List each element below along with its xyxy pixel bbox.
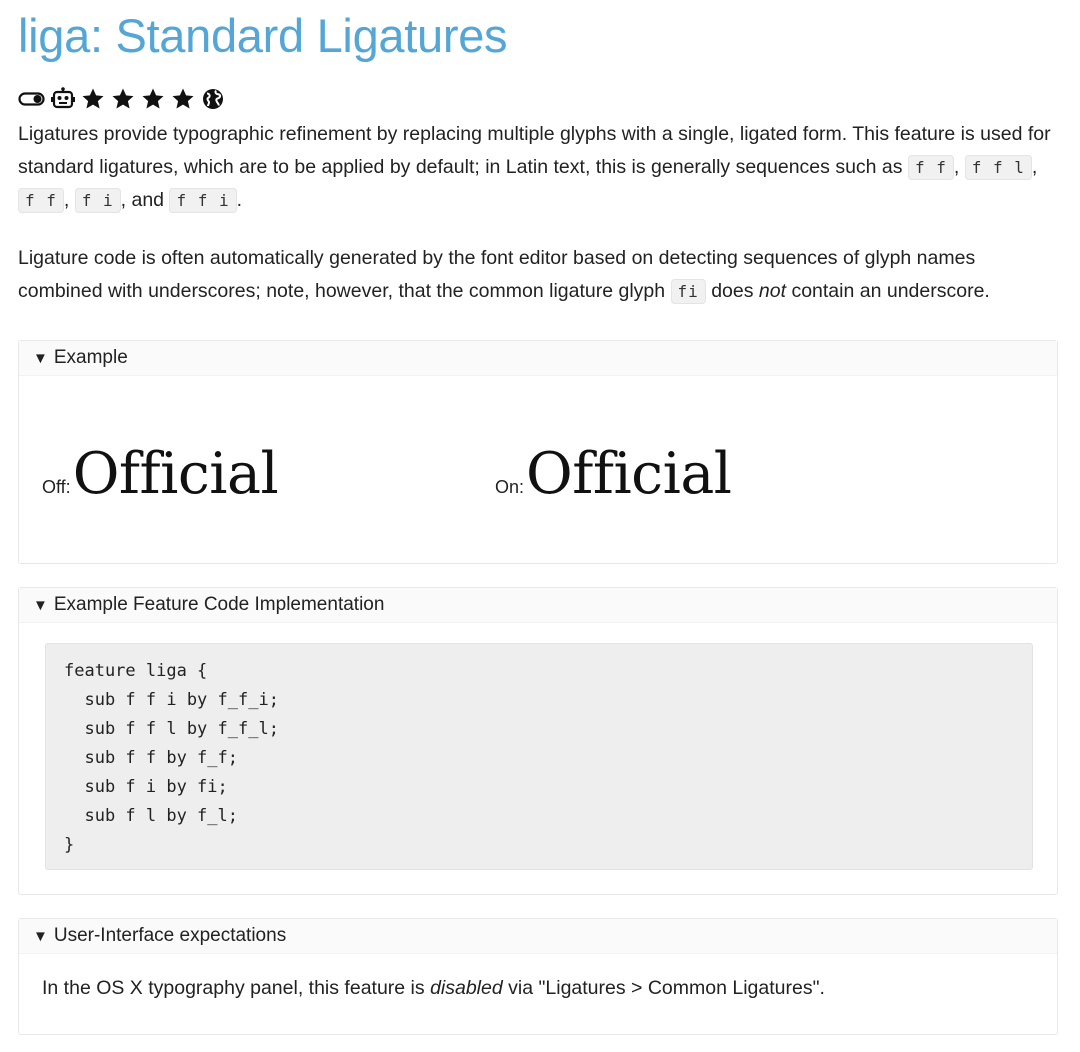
feature-page: liga: Standard Ligatures Ligatures provi…: [18, 0, 1060, 308]
sample-off: Off: Official: [42, 441, 279, 507]
star-icon: [170, 86, 196, 112]
sample-off-word: Official: [72, 441, 279, 507]
description-text: Ligatures provide typographic refinement…: [18, 123, 1051, 178]
code-fi-glyph: fi: [670, 279, 706, 304]
ui-expectations-panel: ▼ User-Interface expectations In the OS …: [18, 918, 1058, 1035]
code-line: sub f i by fi;: [64, 777, 228, 797]
sample-on-word: Official: [526, 441, 732, 507]
separator: ,: [63, 189, 70, 211]
disclosure-triangle-icon: ▼: [33, 596, 48, 614]
robot-icon: [50, 86, 76, 112]
code-line: feature liga {: [64, 661, 208, 681]
ui-expectations-text: In the OS X typography panel, this featu…: [42, 977, 825, 1000]
example-summary-label: Example: [53, 347, 128, 368]
ui-expectations-summary-label: User-Interface expectations: [53, 925, 287, 946]
feature-code-summary[interactable]: ▼ Example Feature Code Implementation: [19, 588, 1057, 623]
code-fi: f i: [74, 188, 121, 213]
disclosure-triangle-icon: ▼: [33, 349, 48, 367]
code-ff-2: f f: [18, 188, 64, 213]
example-summary[interactable]: ▼ Example: [19, 341, 1057, 376]
code-line: sub f f by f_f;: [64, 748, 238, 768]
example-samples: Off: Official On: Official: [19, 437, 1057, 507]
ui-expectations-summary[interactable]: ▼ User-Interface expectations: [19, 919, 1057, 954]
toggle-icon: [18, 86, 46, 112]
globe-icon: [200, 86, 226, 112]
description-paragraph: Ligatures provide typographic refinement…: [18, 118, 1060, 217]
separator: , and: [120, 189, 165, 211]
feature-code-summary-label: Example Feature Code Implementation: [53, 594, 385, 615]
note-paragraph: Ligature code is often automatically gen…: [18, 242, 1060, 308]
code-block: feature liga { sub f f i by f_f_i; sub f…: [45, 643, 1033, 870]
separator: ,: [1031, 156, 1038, 178]
ui-emphasis: disabled: [430, 977, 503, 999]
period: .: [236, 189, 243, 211]
code-line: sub f f l by f_f_l;: [64, 719, 279, 739]
note-text-2: does: [705, 280, 759, 302]
code-ffi: f f i: [169, 188, 237, 213]
sample-off-label: Off:: [42, 477, 71, 497]
note-text-3: contain an underscore.: [786, 280, 990, 302]
ui-text-b: via "Ligatures > Common Ligatures".: [502, 977, 825, 999]
code-ff: f f: [907, 155, 954, 180]
code-line: sub f l by f_l;: [64, 806, 238, 826]
sample-on-label: On:: [495, 477, 525, 497]
sample-on: On: Official: [495, 441, 732, 507]
page-title: liga: Standard Ligatures: [18, 9, 508, 62]
star-icon: [140, 86, 166, 112]
feature-code-panel: ▼ Example Feature Code Implementation fe…: [18, 587, 1058, 895]
ui-text-a: In the OS X typography panel, this featu…: [42, 977, 431, 999]
disclosure-triangle-icon: ▼: [33, 927, 48, 945]
separator: ,: [953, 156, 960, 178]
note-emphasis: not: [758, 280, 787, 302]
star-icon: [80, 86, 106, 112]
code-ffl: f f l: [964, 155, 1032, 180]
star-icon: [110, 86, 136, 112]
example-panel: ▼ Example Off: Official On: Official: [18, 340, 1058, 564]
code-line: sub f f i by f_f_i;: [64, 690, 279, 710]
feature-icons: [18, 86, 1060, 112]
code-line: }: [64, 835, 75, 855]
